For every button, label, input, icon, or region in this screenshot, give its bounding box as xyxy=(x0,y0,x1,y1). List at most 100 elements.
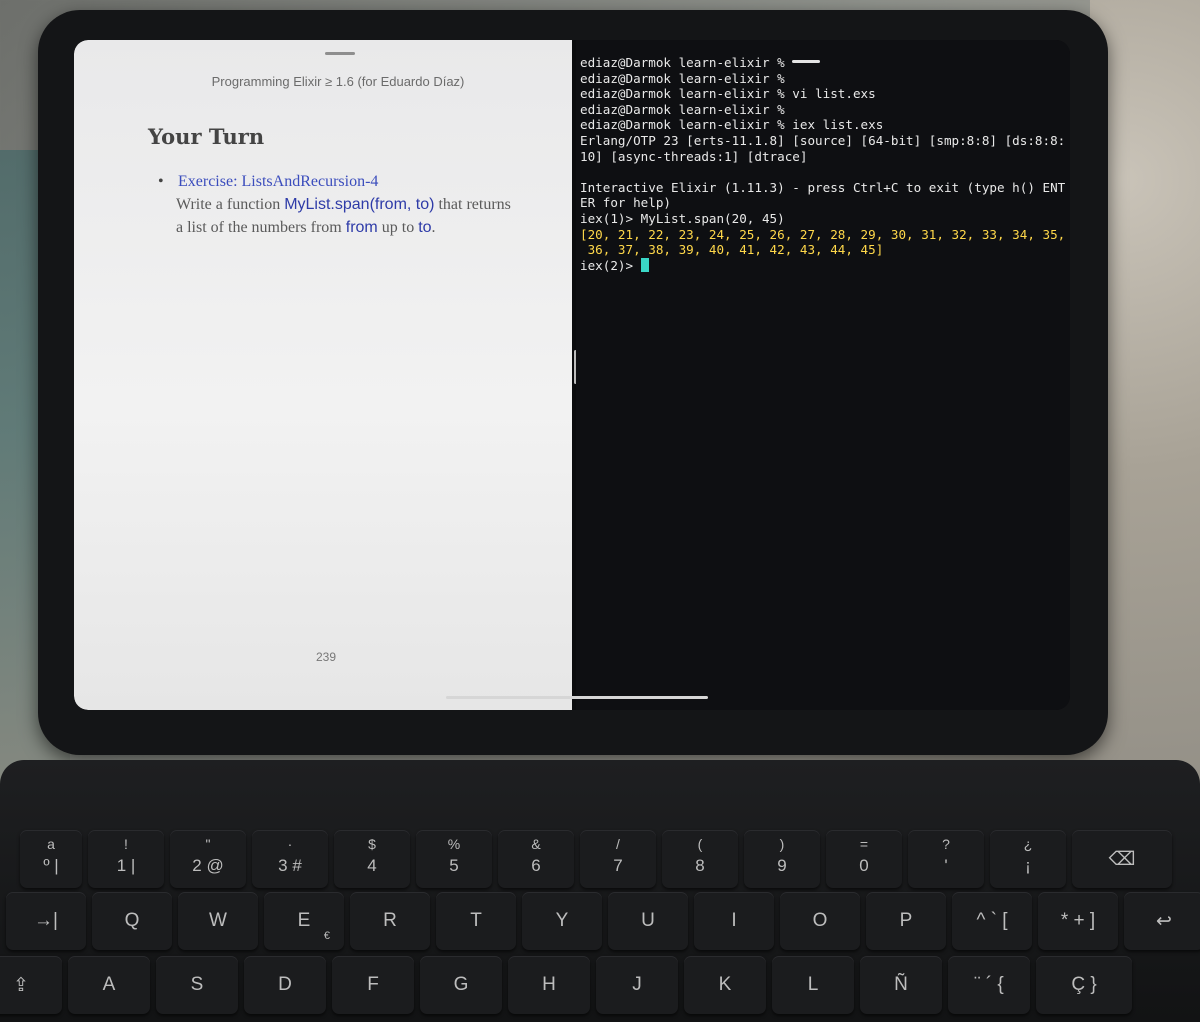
key-label: E xyxy=(297,910,311,931)
terminal-line: ediaz@Darmok learn-elixir % vi list.exs xyxy=(580,86,876,102)
key-label: Q xyxy=(124,910,140,931)
key-label: K xyxy=(718,974,732,995)
exercise-item: • Exercise: ListsAndRecursion-4 Write a … xyxy=(158,170,518,239)
book-running-head: Programming Elixir ≥ 1.6 (for Eduardo Dí… xyxy=(211,74,465,89)
key-label: F xyxy=(367,974,379,995)
key-label: D xyxy=(278,974,292,995)
keyboard-key[interactable]: ¨ ´ { xyxy=(948,956,1030,1014)
inline-code-span: MyList.span(from, to) xyxy=(284,196,435,213)
keyboard-key[interactable]: T xyxy=(436,892,516,950)
keyboard-key[interactable]: ⇪ xyxy=(0,956,62,1014)
key-label: G xyxy=(453,974,469,995)
keyboard-key[interactable]: · 3 # xyxy=(252,830,328,888)
keyboard-key[interactable]: Y xyxy=(522,892,602,950)
key-shift-symbol: " xyxy=(205,836,211,852)
keyboard-key[interactable]: J xyxy=(596,956,678,1014)
keyboard-key[interactable]: G xyxy=(420,956,502,1014)
key-label: ¡ xyxy=(1025,856,1031,875)
exercise-link[interactable]: Exercise: ListsAndRecursion-4 xyxy=(158,170,518,193)
home-indicator[interactable] xyxy=(446,696,708,699)
terminal-line: Interactive Elixir (1.11.3) - press Ctrl… xyxy=(580,179,1066,195)
key-label: º | xyxy=(43,856,59,875)
magic-keyboard: aº |! 1 | " 2 @ · 3 # $4% 5 & 6/7(8) 9 = 0? ' ¿ ¡ ⌫ →| Q W… xyxy=(0,760,1200,1022)
key-label: H xyxy=(542,974,556,995)
terminal-pane[interactable]: ediaz@Darmok learn-elixir % ediaz@Darmok… xyxy=(576,40,1070,710)
key-label: R xyxy=(383,910,397,931)
terminal-line: iex(1)> MyList.span(20, 45) xyxy=(580,210,785,226)
keyboard-key[interactable]: Q xyxy=(92,892,172,950)
keyboard-key[interactable]: →| xyxy=(6,892,86,950)
key-label: ↩ xyxy=(1156,911,1172,932)
keyboard-key[interactable]: E € xyxy=(264,892,344,950)
keyboard-key[interactable]: P xyxy=(866,892,946,950)
keyboard-key[interactable]: F xyxy=(332,956,414,1014)
keyboard-key[interactable]: ? ' xyxy=(908,830,984,888)
result-line: [20, 21, 22, 23, 24, 25, 26, 27, 28, 29,… xyxy=(580,226,1066,242)
key-label: I xyxy=(731,910,737,931)
keyboard-key[interactable]: R xyxy=(350,892,430,950)
keyboard-key[interactable]: L xyxy=(772,956,854,1014)
key-label: 1 | xyxy=(116,856,136,875)
key-shift-symbol: % xyxy=(447,836,461,852)
keyboard-key[interactable]: /7 xyxy=(580,830,656,888)
key-label: L xyxy=(807,974,819,995)
key-shift-symbol: & xyxy=(531,836,541,852)
key-shift-symbol: a xyxy=(47,836,55,852)
keyboard-key[interactable]: K xyxy=(684,956,766,1014)
keyboard-key[interactable]: ¿ ¡ xyxy=(990,830,1066,888)
keyboard-key[interactable]: A xyxy=(68,956,150,1014)
key-label: P xyxy=(899,910,913,931)
keyboard-key[interactable]: & 6 xyxy=(498,830,574,888)
keyboard-key[interactable]: H xyxy=(508,956,590,1014)
key-shift-symbol: = xyxy=(859,836,869,852)
key-label: ¨ ´ { xyxy=(974,974,1004,995)
keyboard-key[interactable]: ^ ` [ xyxy=(952,892,1032,950)
tablet-screen: Programming Elixir ≥ 1.6 (for Eduardo Dí… xyxy=(74,40,1070,710)
terminal-line: Erlang/OTP 23 [erts-11.1.8] [source] [64… xyxy=(580,132,1066,148)
keyboard-key[interactable]: I xyxy=(694,892,774,950)
terminal-output: ediaz@Darmok learn-elixir % ediaz@Darmok… xyxy=(580,55,1065,273)
key-shift-symbol: ) xyxy=(779,836,785,852)
keyboard-key[interactable]: ↩ xyxy=(1124,892,1200,950)
keyboard-key[interactable]: (8 xyxy=(662,830,738,888)
terminal-line: ediaz@Darmok learn-elixir % iex list.exs xyxy=(580,117,884,133)
keyboard-key[interactable]: Ç } xyxy=(1036,956,1132,1014)
key-shift-symbol: / xyxy=(616,836,620,852)
keyboard-key[interactable]: % 5 xyxy=(416,830,492,888)
keyboard-key[interactable]: = 0 xyxy=(826,830,902,888)
section-heading: Your Turn xyxy=(148,124,265,149)
keyboard-key[interactable]: Ñ xyxy=(860,956,942,1014)
keyboard-key[interactable]: O xyxy=(780,892,860,950)
keyboard-key[interactable]: ⌫ xyxy=(1072,830,1172,888)
keyboard-key[interactable]: W xyxy=(178,892,258,950)
keyboard-key[interactable]: $4 xyxy=(334,830,410,888)
keyboard-key[interactable]: U xyxy=(608,892,688,950)
page-number: 239 xyxy=(316,650,337,664)
keyboard-key[interactable]: S xyxy=(156,956,238,1014)
key-label: Y xyxy=(555,910,569,931)
terminal-line: ediaz@Darmok learn-elixir % xyxy=(580,70,785,86)
keyboard-key[interactable]: * + ] xyxy=(1038,892,1118,950)
pane-grabber[interactable] xyxy=(325,52,355,55)
terminal-line: ediaz@Darmok learn-elixir % xyxy=(580,55,785,70)
key-label: A xyxy=(102,974,116,995)
key-shift-symbol: · xyxy=(287,836,293,852)
key-shift-symbol: ! xyxy=(124,836,128,852)
keyboard-key[interactable]: ! 1 | xyxy=(88,830,164,888)
key-label: * + ] xyxy=(1060,910,1096,931)
key-label: W xyxy=(209,910,227,931)
keyboard-key[interactable]: a º | xyxy=(20,830,82,888)
key-label: S xyxy=(190,974,204,995)
keyboard-key[interactable]: D xyxy=(244,956,326,1014)
book-reader-pane[interactable]: Programming Elixir ≥ 1.6 (for Eduardo Dí… xyxy=(74,40,572,710)
key-label: 3 # xyxy=(278,856,302,875)
key-label: 7 xyxy=(613,856,623,875)
key-label: 0 xyxy=(859,856,869,875)
key-label: →| xyxy=(34,910,58,931)
key-label: Ñ xyxy=(894,974,908,995)
key-label: 6 xyxy=(531,856,541,875)
terminal-cursor[interactable] xyxy=(640,257,649,272)
key-label: T xyxy=(470,910,482,931)
keyboard-key[interactable]: ) 9 xyxy=(744,830,820,888)
keyboard-key[interactable]: " 2 @ xyxy=(170,830,246,888)
